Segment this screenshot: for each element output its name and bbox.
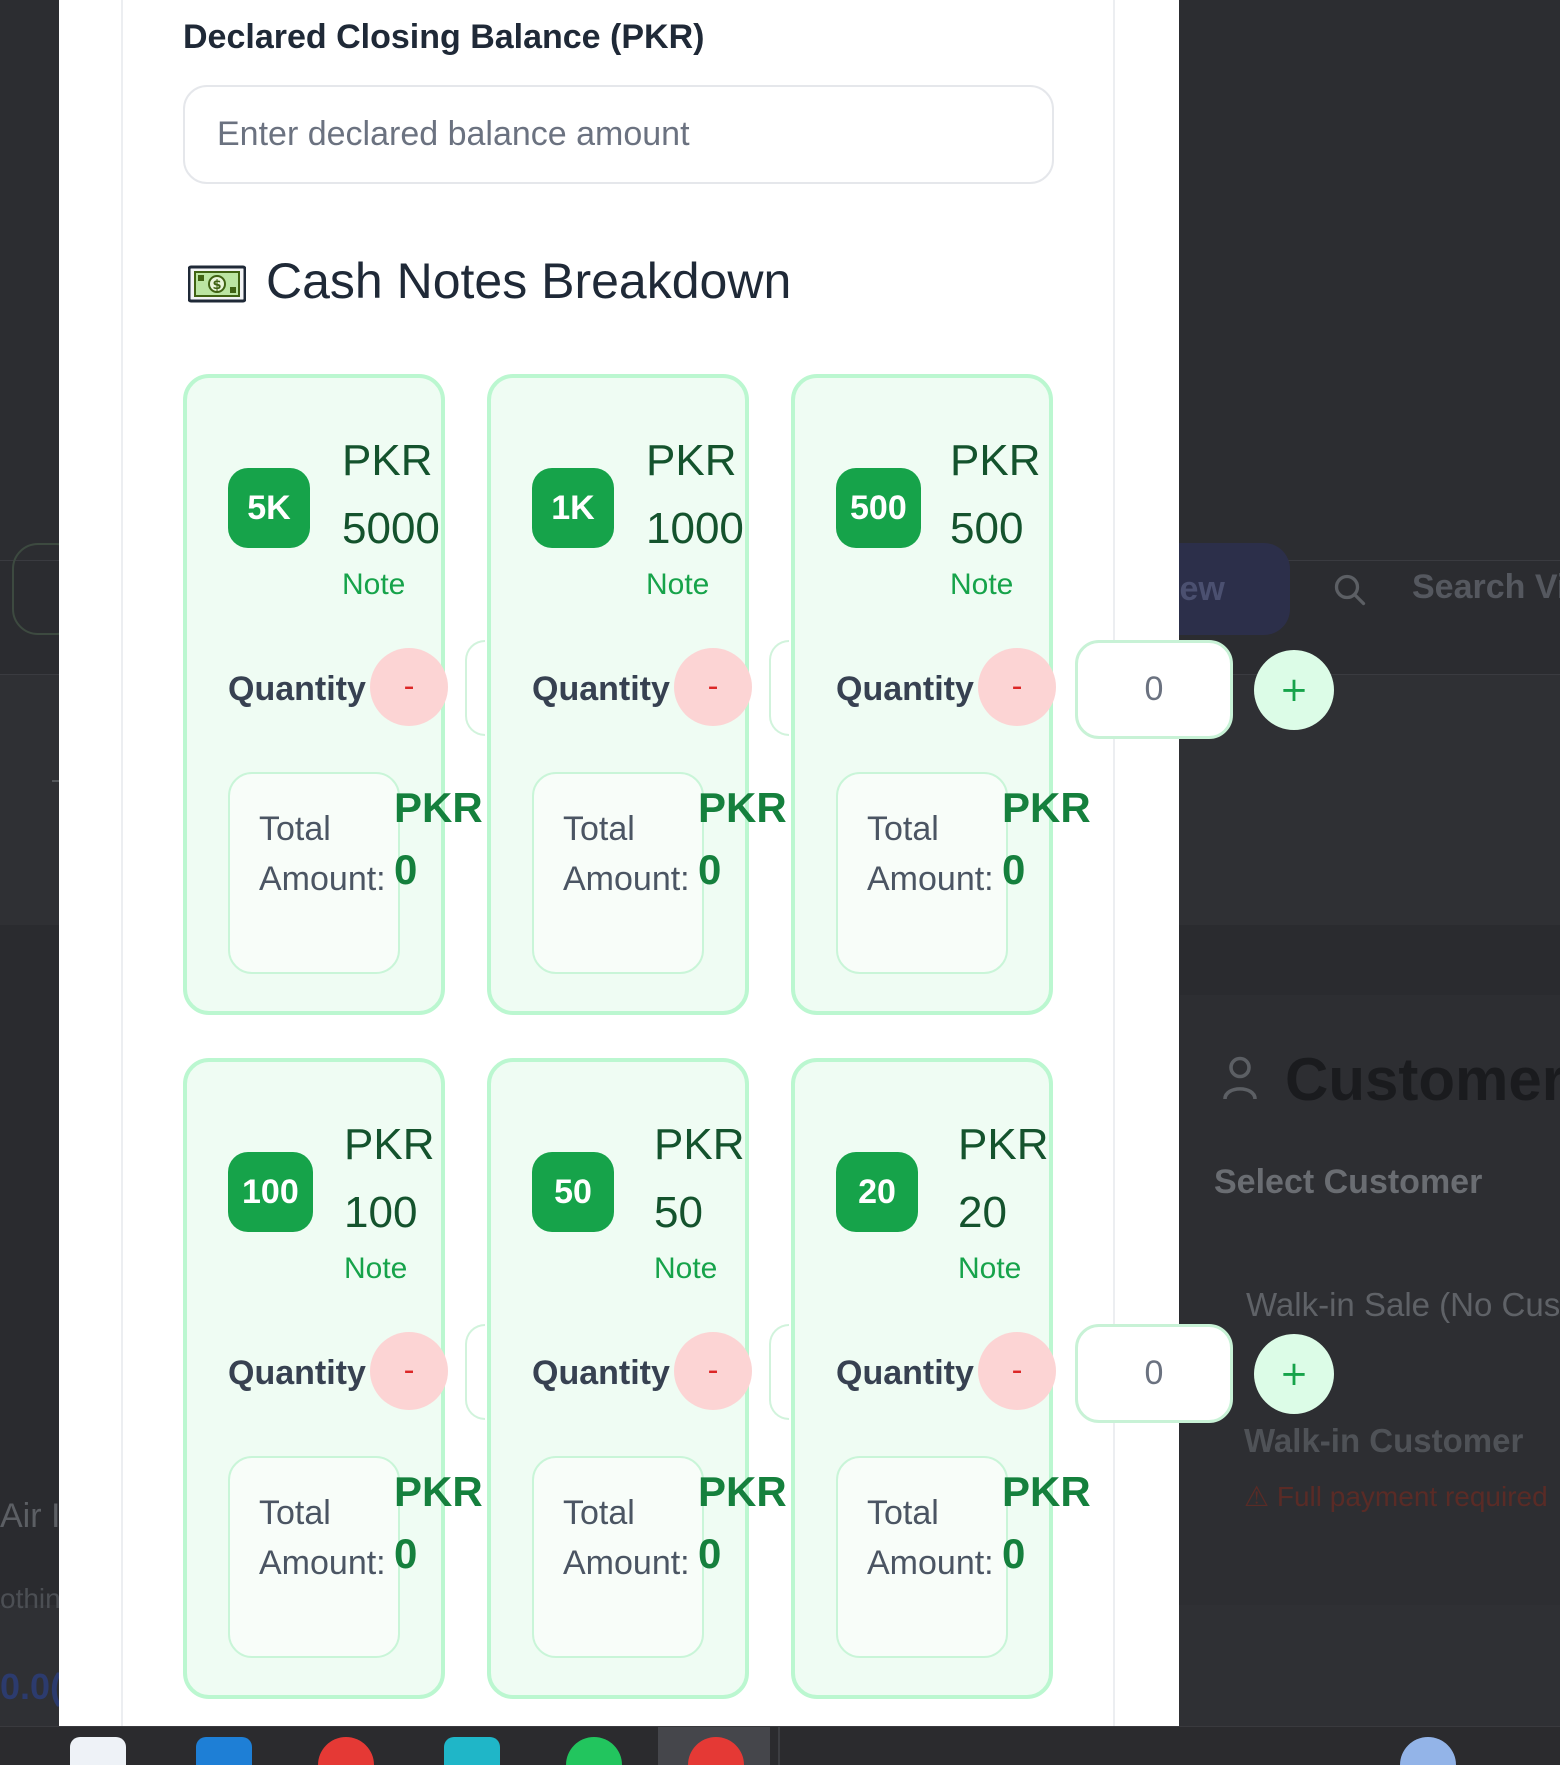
increase-quantity-button-20[interactable]: + [1254,1334,1334,1414]
background-walkin-customer: Walk-in Customer [1244,1422,1524,1459]
note-card-100: 100 PKR 100 Note Quantity - Total Amount… [183,1058,483,1699]
note-badge: 500 [836,468,921,548]
total-amount-currency: PKR [698,1468,787,1515]
total-amount-currency: PKR [1002,784,1091,831]
edge-app-icon[interactable] [196,1737,252,1765]
total-amount-value: 0 [698,1530,722,1577]
store-app-icon[interactable] [70,1737,126,1765]
total-amount-value: 0 [698,846,722,893]
background-select-customer-label: Select Customer [1214,1163,1483,1201]
note-value: 20 [958,1188,1007,1237]
quantity-input-edge[interactable] [769,640,789,736]
increase-quantity-button-500[interactable]: + [1254,650,1334,730]
quantity-input-500[interactable] [1075,640,1233,739]
total-amount-value: 0 [394,846,418,893]
declared-balance-input[interactable] [183,85,1054,184]
quantity-input-20[interactable] [1075,1324,1233,1423]
os-taskbar [0,1726,1560,1765]
total-amount-currency: PKR [698,784,787,831]
total-amount-value: 0 [394,1530,418,1577]
decrease-quantity-button[interactable]: - [370,1332,448,1410]
total-amount-currency: PKR [1002,1468,1091,1515]
note-currency: PKR [646,436,737,485]
note-label: Note [950,568,1014,601]
note-badge: 50 [532,1152,614,1232]
quantity-label: Quantity [228,1354,366,1392]
quantity-input-edge[interactable] [769,1324,789,1420]
decrease-quantity-button[interactable]: - [978,648,1056,726]
total-amount-label: Total Amount: [259,1494,386,1582]
quantity-label: Quantity [836,1354,974,1392]
dollar-banknote-icon: $ [188,265,246,303]
background-product-subtext: othin [0,1583,61,1614]
note-card-20: 20 PKR 20 Note Quantity - Total Amount: … [791,1058,1091,1699]
decrease-quantity-button[interactable]: - [978,1332,1056,1410]
total-amount-currency: PKR [394,784,483,831]
note-currency: PKR [654,1120,745,1169]
background-customer-title: Customer S [1285,1046,1560,1113]
quantity-label: Quantity [836,670,974,708]
quantity-label: Quantity [532,670,670,708]
note-value: 5000 [342,504,440,553]
total-amount-label: Total Amount: [867,810,994,898]
background-search-input: Search Vi [1412,568,1560,606]
note-label: Note [342,568,406,601]
total-amount-value: 0 [1002,1530,1026,1577]
note-value: 500 [950,504,1024,553]
background-amount: 0.0( [0,1666,63,1707]
note-label: Note [344,1252,408,1285]
background-payment-warning: ⚠ Full payment required [1244,1481,1548,1512]
note-value: 100 [344,1188,418,1237]
total-amount-value: 0 [1002,846,1026,893]
whatsapp-app-icon[interactable] [566,1737,622,1765]
quantity-input-edge[interactable] [465,1324,485,1420]
note-badge: 1K [532,468,614,548]
user-icon [1223,1056,1257,1100]
total-amount-label: Total Amount: [867,1494,994,1582]
total-amount-label: Total Amount: [259,810,386,898]
note-badge: 5K [228,468,310,548]
svg-text:$: $ [212,278,221,293]
quantity-label: Quantity [228,670,366,708]
note-label: Note [654,1252,718,1285]
note-currency: PKR [344,1120,435,1169]
note-card-5000: 5K PKR 5000 Note Quantity - Total Amount… [183,374,483,1015]
note-currency: PKR [958,1120,1049,1169]
quantity-input-edge[interactable] [465,640,485,736]
note-card-50: 50 PKR 50 Note Quantity - Total Amount: … [487,1058,787,1699]
decrease-quantity-button[interactable]: - [674,1332,752,1410]
total-amount-label: Total Amount: [563,810,690,898]
background-walkin-sale-option: Walk-in Sale (No Cus [1246,1286,1560,1323]
search-icon [1334,574,1366,606]
note-badge: 20 [836,1152,918,1232]
note-label: Note [646,568,710,601]
cash-notes-breakdown-title: Cash Notes Breakdown [266,253,792,309]
total-amount-label: Total Amount: [563,1494,690,1582]
note-label: Note [958,1252,1022,1285]
decrease-quantity-button[interactable]: - [674,648,752,726]
note-value: 1000 [646,504,744,553]
decrease-quantity-button[interactable]: - [370,648,448,726]
note-currency: PKR [342,436,433,485]
taskbar-separator [778,1727,780,1765]
quantity-label: Quantity [532,1354,670,1392]
vscode-app-icon[interactable] [444,1737,500,1765]
note-currency: PKR [950,436,1041,485]
note-card-500: 500 PKR 500 Note Quantity - Total Amount… [791,374,1091,1015]
declared-balance-label: Declared Closing Balance (PKR) [183,18,705,56]
total-amount-currency: PKR [394,1468,483,1515]
chrome-app-icon[interactable] [318,1737,374,1765]
note-card-1000: 1K PKR 1000 Note Quantity - Total Amount… [487,374,787,1015]
note-badge: 100 [228,1152,313,1232]
weather-icon[interactable] [1400,1737,1456,1765]
background-product-name: Air I [0,1497,61,1535]
note-value: 50 [654,1188,703,1237]
